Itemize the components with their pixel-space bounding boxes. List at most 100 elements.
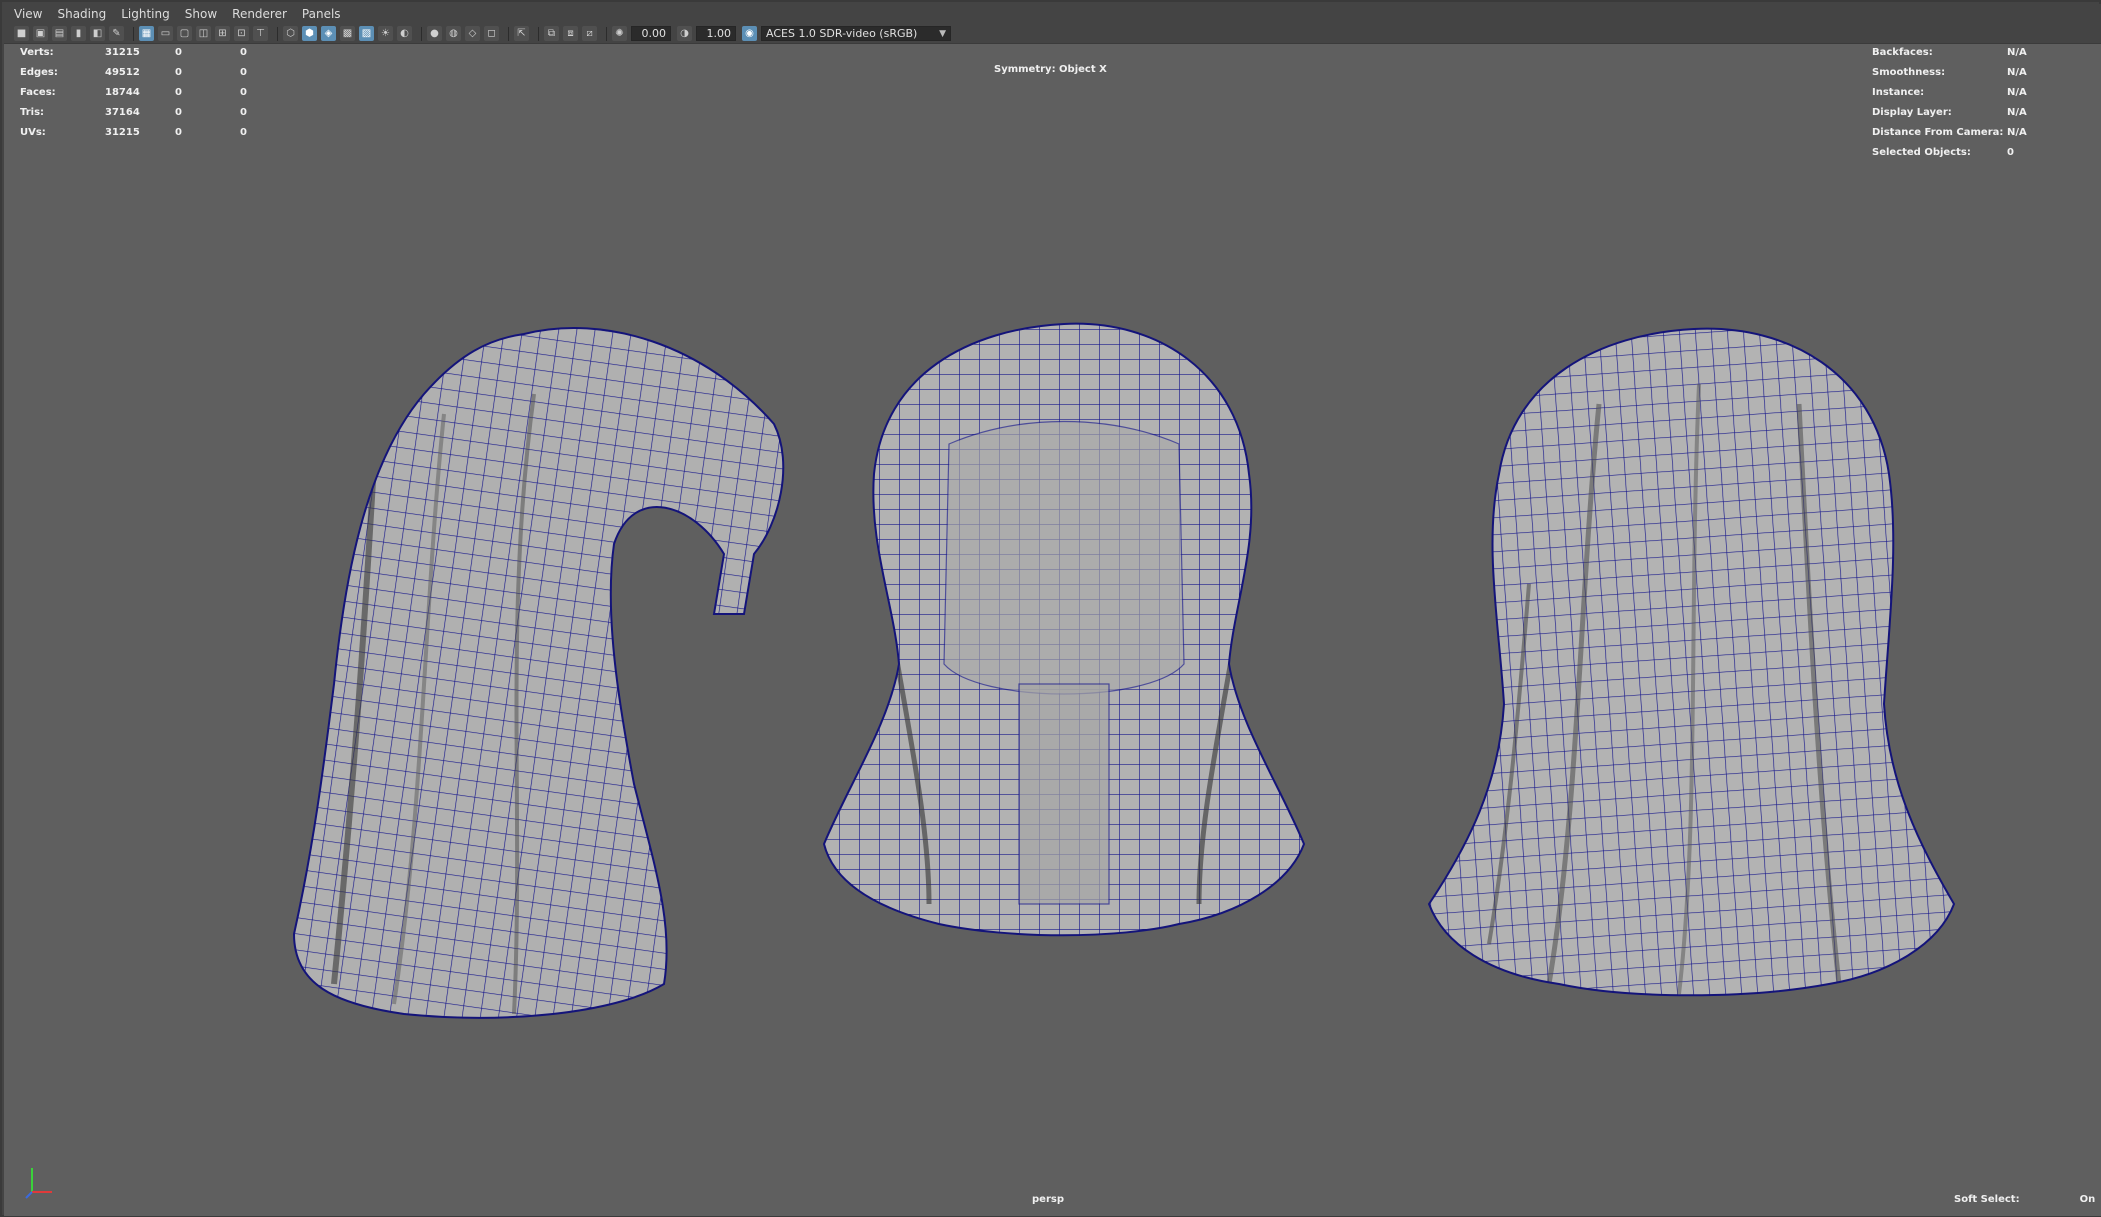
hud-row-smoothness: Smoothness: N/A (1872, 62, 2047, 82)
film-gate-icon[interactable]: ▭ (158, 26, 173, 41)
depth-of-field-icon[interactable]: ◻ (484, 26, 499, 41)
hud-label: Tris: (20, 106, 45, 118)
hud-label: Display Layer: (1872, 106, 1952, 118)
select-camera-icon[interactable]: ■ (14, 26, 29, 41)
color-management-icon[interactable]: ◉ (742, 26, 757, 41)
separator (538, 26, 539, 41)
safe-action-icon[interactable]: ⊡ (234, 26, 249, 41)
soft-select-label: Soft Select: (1954, 1194, 2020, 1205)
hud-label: Distance From Camera: (1872, 126, 2004, 138)
view-transform-label: ACES 1.0 SDR-video (sRGB) (766, 27, 918, 40)
hud-value: 31215 (105, 46, 140, 58)
separator (606, 26, 607, 41)
ambient-occlusion-icon[interactable]: ● (427, 26, 442, 41)
hud-value: 0 (240, 66, 247, 78)
hud-value: 18744 (105, 86, 140, 98)
safe-title-icon[interactable]: ⊤ (253, 26, 268, 41)
hud-value: 0 (240, 106, 247, 118)
hud-icon[interactable]: ⧄ (582, 26, 597, 41)
hud-value: 0 (175, 46, 182, 58)
hud-value: 0 (175, 106, 182, 118)
hud-value: 0 (175, 66, 182, 78)
hud-value: N/A (2007, 46, 2027, 58)
hud-label: Faces: (20, 86, 56, 98)
hud-label: Selected Objects: (1872, 146, 1971, 158)
separator (421, 26, 422, 41)
symmetry-status: Symmetry: Object X (994, 64, 1107, 75)
menu-shading[interactable]: Shading (57, 7, 106, 21)
hud-value: 31215 (105, 126, 140, 138)
hud-row-selected-objects: Selected Objects: 0 (1872, 142, 2047, 162)
separator (133, 26, 134, 41)
camera-name-label: persp (1032, 1194, 1064, 1205)
hud-value: 49512 (105, 66, 140, 78)
menu-view[interactable]: View (14, 7, 42, 21)
separator (277, 26, 278, 41)
wireframe-icon[interactable]: ⬡ (283, 26, 298, 41)
separator (508, 26, 509, 41)
smooth-shade-icon[interactable]: ⬢ (302, 26, 317, 41)
gamma-icon[interactable]: ◑ (677, 26, 692, 41)
object-details-hud: Backfaces: N/A Smoothness: N/A Instance:… (1872, 44, 2047, 162)
resolution-gate-icon[interactable]: ▢ (177, 26, 192, 41)
hud-label: UVs: (20, 126, 46, 138)
soft-select-status: Soft Select: On (1954, 1194, 2095, 1205)
wireframe-on-shaded-icon[interactable]: ◈ (321, 26, 336, 41)
textured-icon[interactable]: ▩ (340, 26, 355, 41)
use-all-lights-icon[interactable]: ☀ (378, 26, 393, 41)
hud-value: 0 (240, 46, 247, 58)
chevron-down-icon: ▼ (939, 28, 946, 39)
bookmark-icon[interactable]: ▤ (52, 26, 67, 41)
isolate-select-icon[interactable]: ⇱ (514, 26, 529, 41)
camera-attributes-icon[interactable]: ▣ (33, 26, 48, 41)
hud-row-uvs: UVs: 31215 0 0 (20, 122, 280, 142)
view-transform-dropdown[interactable]: ACES 1.0 SDR-video (sRGB) ▼ (761, 26, 951, 41)
poly-count-hud: Verts: 31215 0 0 Edges: 49512 0 0 Faces:… (20, 44, 280, 142)
exposure-field[interactable]: 0.00 (631, 26, 671, 41)
xray-active-icon[interactable]: ⧈ (563, 26, 578, 41)
hud-label: Edges: (20, 66, 58, 78)
hud-row-verts: Verts: 31215 0 0 (20, 44, 280, 62)
hair-mesh-back-view[interactable] (1419, 284, 1964, 1064)
shadows-icon[interactable]: ◐ (397, 26, 412, 41)
xray-joints-icon[interactable]: ⧉ (544, 26, 559, 41)
hud-value: N/A (2007, 86, 2027, 98)
hud-row-faces: Faces: 18744 0 0 (20, 82, 280, 102)
hud-row-instance: Instance: N/A (1872, 82, 2047, 102)
hud-value: 0 (175, 86, 182, 98)
soft-select-value: On (2079, 1194, 2096, 1205)
image-plane-icon[interactable]: ◧ (90, 26, 105, 41)
hair-mesh-side-view[interactable] (274, 284, 794, 1054)
field-chart-icon[interactable]: ⊞ (215, 26, 230, 41)
menu-renderer[interactable]: Renderer (232, 7, 287, 21)
xray-icon[interactable]: ▨ (359, 26, 374, 41)
anti-aliasing-icon[interactable]: ◇ (465, 26, 480, 41)
hud-row-distance: Distance From Camera: N/A (1872, 122, 2047, 142)
gate-mask-icon[interactable]: ◫ (196, 26, 211, 41)
hud-value: 37164 (105, 106, 140, 118)
grease-pencil-icon[interactable]: ✎ (109, 26, 124, 41)
hud-row-tris: Tris: 37164 0 0 (20, 102, 280, 122)
3d-viewport[interactable]: Verts: 31215 0 0 Edges: 49512 0 0 Faces:… (4, 44, 2101, 1216)
panel-menubar: View Shading Lighting Show Renderer Pane… (4, 4, 2101, 24)
maya-viewport-panel: View Shading Lighting Show Renderer Pane… (0, 0, 2101, 1217)
view-axis-icon (25, 1168, 52, 1199)
hud-value: 0 (2007, 146, 2014, 158)
lock-camera-icon[interactable]: ▮ (71, 26, 86, 41)
hud-value: 0 (175, 126, 182, 138)
exposure-icon[interactable]: ✺ (612, 26, 627, 41)
hud-value: 0 (240, 126, 247, 138)
gamma-field[interactable]: 1.00 (696, 26, 736, 41)
hud-value: N/A (2007, 126, 2027, 138)
motion-blur-icon[interactable]: ◍ (446, 26, 461, 41)
hud-label: Smoothness: (1872, 66, 1946, 78)
hud-row-backfaces: Backfaces: N/A (1872, 44, 2047, 62)
hud-label: Instance: (1872, 86, 1925, 98)
hair-mesh-front-view[interactable] (819, 284, 1309, 964)
menu-lighting[interactable]: Lighting (121, 7, 170, 21)
menu-panels[interactable]: Panels (302, 7, 341, 21)
hud-row-display-layer: Display Layer: N/A (1872, 102, 2047, 122)
menu-show[interactable]: Show (185, 7, 217, 21)
grid-icon[interactable]: ▦ (139, 26, 154, 41)
hud-label: Verts: (20, 46, 54, 58)
